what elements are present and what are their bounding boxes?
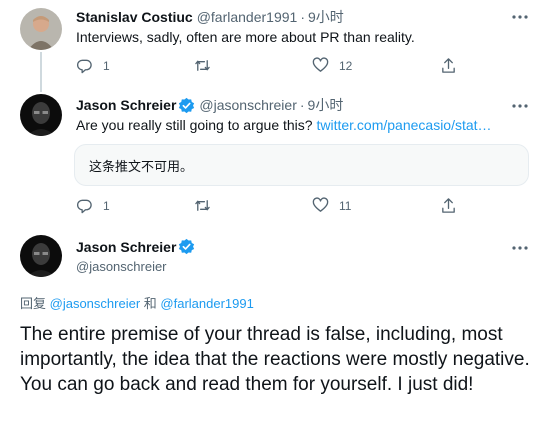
tweet-jason-reply[interactable]: Jason Schreier @jasonschreier · 9小时 Are … [0,92,542,222]
verified-badge-icon [178,238,195,255]
author-name[interactable]: Jason Schreier [76,97,176,113]
retweet-icon [194,57,211,74]
reply-mention-1[interactable]: @jasonschreier [50,296,141,311]
author-handle[interactable]: @farlander1991 [197,9,298,25]
share-button[interactable] [440,197,457,214]
heart-icon [312,57,329,74]
avatar-jason[interactable] [20,235,62,277]
like-button[interactable]: 11 [312,197,351,214]
avatar-jason[interactable] [20,94,62,136]
main-tweet: Jason Schreier @jasonschreier 回复 @jasons… [0,230,542,440]
tweet-header: Stanislav Costiuc @farlander1991 · 9小时 [76,7,344,27]
author-name[interactable]: Stanislav Costiuc [76,9,193,25]
share-icon [440,57,457,74]
share-button[interactable] [440,57,457,74]
main-tweet-text: The entire premise of your thread is fal… [20,324,530,395]
reply-context: 回复 @jasonschreier 和 @farlander1991 [20,293,254,312]
retweet-button[interactable] [194,197,211,214]
reply-prefix: 回复 [20,296,47,311]
more-icon[interactable] [510,96,530,116]
author-name[interactable]: Jason Schreier [76,239,176,255]
tweet-text-prefix: Are you really still going to argue this… [76,117,313,133]
tweet-header: Jason Schreier @jasonschreier · 9小时 [76,95,343,115]
separator: · [300,9,305,25]
tweet-link[interactable]: twitter.com/panecasio/stat… [316,117,491,133]
tweet-text: Interviews, sadly, often are more about … [76,29,415,45]
more-icon[interactable] [510,7,530,27]
reply-mention-2[interactable]: @farlander1991 [160,296,253,311]
reply-count: 1 [103,58,110,73]
author-name-row: Jason Schreier [76,238,195,255]
timestamp[interactable]: 9小时 [308,7,344,27]
reply-icon [76,197,93,214]
reply-button[interactable]: 1 [76,57,110,74]
action-bar: 1 12 [76,57,476,75]
tweet-text: Are you really still going to argue this… [76,116,492,135]
retweet-button[interactable] [194,57,211,74]
heart-icon [312,197,329,214]
share-icon [440,197,457,214]
reply-and: 和 [143,296,157,311]
tweet-stanislav[interactable]: Stanislav Costiuc @farlander1991 · 9小时 I… [0,0,542,92]
author-handle[interactable]: @jasonschreier [199,97,296,113]
reply-button[interactable]: 1 [76,197,110,214]
reply-count: 1 [103,198,110,213]
like-count: 12 [339,58,353,73]
like-count: 11 [339,198,352,213]
verified-badge-icon [178,97,195,114]
retweet-icon [194,197,211,214]
avatar-stanislav[interactable] [20,8,62,50]
thread-line [40,52,42,92]
quote-tweet-unavailable[interactable]: 这条推文不可用。 [74,144,529,186]
timestamp[interactable]: 9小时 [308,95,344,115]
more-icon[interactable] [510,238,530,258]
author-handle[interactable]: @jasonschreier [76,259,167,274]
quote-unavailable-text: 这条推文不可用。 [89,158,194,174]
action-bar: 1 11 [76,197,476,215]
separator: · [299,97,305,113]
reply-icon [76,57,93,74]
like-button[interactable]: 12 [312,57,352,74]
